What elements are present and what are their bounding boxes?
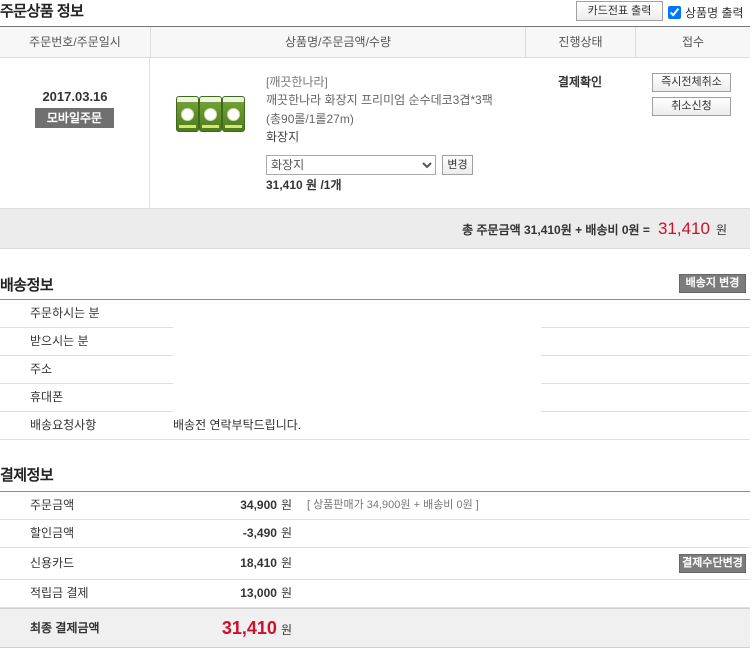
payment-table: 주문금액 34,900 원 [ 상품판매가 34,900원 + 배송비 0원 ] … bbox=[0, 491, 750, 648]
payment-unit: 원 bbox=[280, 498, 292, 512]
payment-amount: 18,410 bbox=[240, 556, 277, 570]
option-select[interactable]: 화장지 bbox=[266, 155, 436, 175]
product-name-link[interactable]: 깨끗한나라 화장지 프리미엄 순수데코3겹*3팩 bbox=[266, 92, 493, 108]
payment-unit: 원 bbox=[280, 586, 292, 600]
final-payment-amount: 31,410 bbox=[221, 618, 277, 638]
cancel-all-immediately-button[interactable]: 즉시전체취소 bbox=[652, 73, 731, 92]
redacted-area bbox=[173, 300, 541, 412]
product-price-unit: 원 bbox=[306, 178, 318, 192]
shipping-label: 받으시는 분 bbox=[30, 334, 89, 348]
shipping-row-request: 배송요청사항 배송전 연락부탁드립니다. bbox=[0, 412, 750, 440]
payment-value: 34,900 원 bbox=[160, 492, 292, 519]
toilet-paper-pack-icon bbox=[222, 96, 245, 132]
product-spec: (총90롤/1롤27m) bbox=[266, 112, 354, 126]
payment-section-title: 결제정보 bbox=[0, 467, 54, 484]
shipping-label: 배송요청사항 bbox=[30, 418, 97, 432]
product-brand: [깨끗한나라] bbox=[266, 75, 328, 89]
payment-amount: -3,490 bbox=[242, 526, 277, 540]
order-section-title: 주문상품 정보 bbox=[0, 3, 84, 20]
order-total-amount: 31,410 bbox=[657, 219, 710, 238]
print-product-name-option[interactable]: 상품명 출력 bbox=[668, 2, 744, 22]
pack-stripe bbox=[225, 125, 242, 128]
payment-amount: 13,000 bbox=[240, 586, 277, 600]
final-payment-label: 최종 결제금액 bbox=[30, 621, 100, 635]
payment-value: 18,410 원 bbox=[160, 548, 292, 579]
print-card-receipt-button[interactable]: 카드전표 출력 bbox=[576, 1, 663, 21]
payment-value: 13,000 원 bbox=[160, 580, 292, 607]
toilet-paper-pack-icon bbox=[176, 96, 199, 132]
payment-unit: 원 bbox=[280, 526, 292, 540]
option-change-button[interactable]: 변경 bbox=[442, 155, 473, 175]
order-status: 결제확인 bbox=[557, 75, 603, 89]
order-date: 2017.03.16 bbox=[42, 89, 108, 104]
order-table-header: 주문번호/주문일시 상품명/주문금액/수량 진행상태 접수 bbox=[0, 26, 750, 58]
order-row: 2017.03.16 모바일주문 [깨끗한나라] 깨끗한나라 화장지 프리미엄 … bbox=[0, 58, 750, 209]
payment-value: -3,490 원 bbox=[160, 520, 292, 547]
payment-row-order-amount: 주문금액 34,900 원 [ 상품판매가 34,900원 + 배송비 0원 ] bbox=[0, 492, 750, 520]
payment-row-final-amount: 최종 결제금액 31,410 원 bbox=[0, 608, 750, 648]
header-product-amount-qty: 상품명/주문금액/수량 bbox=[150, 27, 525, 57]
shipping-label: 주문하시는 분 bbox=[30, 306, 100, 320]
payment-row-credit-card: 신용카드 18,410 원 결제수단변경 bbox=[0, 548, 750, 580]
product-price-qty: 31,410 원 /1개 bbox=[266, 177, 342, 193]
pack-label bbox=[204, 108, 217, 121]
order-total-summary: 총 주문금액 31,410원 + 배송비 0원 = bbox=[462, 223, 650, 237]
change-payment-method-button[interactable]: 결제수단변경 bbox=[679, 554, 746, 573]
shipping-request-value: 배송전 연락부탁드립니다. bbox=[173, 418, 302, 432]
pack-stripe bbox=[202, 125, 219, 128]
final-payment-value: 31,410 원 bbox=[160, 609, 292, 650]
payment-label: 주문금액 bbox=[30, 498, 75, 512]
payment-label: 적립금 결제 bbox=[30, 586, 89, 600]
order-channel-badge: 모바일주문 bbox=[35, 108, 114, 128]
order-detail-page: { "colors": { "accent_red": "#d0102b", "… bbox=[0, 0, 754, 654]
final-payment-unit: 원 bbox=[280, 623, 292, 637]
shipping-label: 휴대폰 bbox=[30, 390, 64, 404]
product-image[interactable] bbox=[176, 94, 248, 134]
pack-label bbox=[227, 108, 240, 121]
order-info-cell: 2017.03.16 모바일주문 bbox=[0, 58, 150, 208]
shipping-label: 주소 bbox=[30, 362, 53, 376]
payment-amount: 34,900 bbox=[240, 498, 277, 512]
product-quantity: /1개 bbox=[320, 178, 342, 192]
change-shipping-address-button[interactable]: 배송지 변경 bbox=[679, 274, 746, 293]
payment-row-points: 적립금 결제 13,000 원 bbox=[0, 580, 750, 608]
order-table: 주문번호/주문일시 상품명/주문금액/수량 진행상태 접수 2017.03.16… bbox=[0, 26, 750, 249]
print-product-name-label: 상품명 출력 bbox=[685, 5, 744, 20]
order-total-row: 총 주문금액 31,410원 + 배송비 0원 = 31,410 원 bbox=[0, 209, 750, 249]
order-total-unit: 원 bbox=[715, 223, 727, 237]
product-option-label: 화장지 bbox=[266, 130, 300, 144]
header-action: 접수 bbox=[635, 27, 750, 57]
payment-unit: 원 bbox=[280, 556, 292, 570]
request-cancel-button[interactable]: 취소신청 bbox=[652, 97, 731, 116]
product-price: 31,410 bbox=[266, 178, 303, 192]
payment-breakdown-note: [ 상품판매가 34,900원 + 배송비 0원 ] bbox=[307, 499, 479, 511]
header-order-number-date: 주문번호/주문일시 bbox=[29, 35, 121, 49]
payment-label: 신용카드 bbox=[30, 556, 75, 570]
payment-row-discount: 할인금액 -3,490 원 bbox=[0, 520, 750, 548]
header-status: 진행상태 bbox=[525, 27, 635, 57]
payment-label: 할인금액 bbox=[30, 526, 75, 540]
shipping-section-title: 배송정보 bbox=[0, 277, 54, 294]
pack-stripe bbox=[179, 125, 196, 128]
pack-label bbox=[181, 108, 194, 121]
print-product-name-checkbox[interactable] bbox=[668, 5, 681, 19]
toilet-paper-pack-icon bbox=[199, 96, 222, 132]
